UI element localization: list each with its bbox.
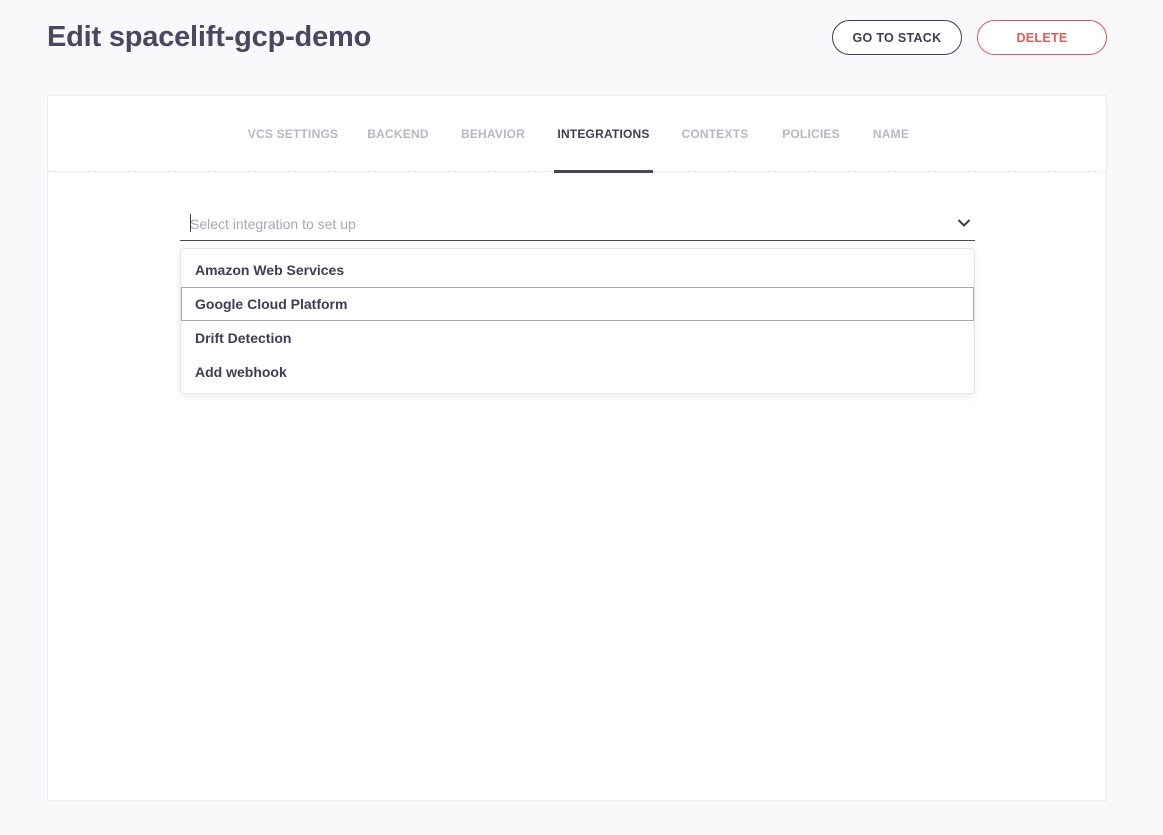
chevron-down-icon[interactable] xyxy=(955,214,973,232)
text-caret xyxy=(190,214,191,232)
tab-backend[interactable]: BACKEND xyxy=(362,96,434,172)
option-drift-detection[interactable]: Drift Detection xyxy=(181,321,974,355)
tab-behavior[interactable]: BEHAVIOR xyxy=(454,96,532,172)
option-google-cloud-platform[interactable]: Google Cloud Platform xyxy=(181,287,974,321)
tab-integrations[interactable]: INTEGRATIONS xyxy=(554,96,653,173)
integration-select[interactable] xyxy=(180,208,975,241)
tab-contexts[interactable]: CONTEXTS xyxy=(676,96,754,172)
tab-name[interactable]: NAME xyxy=(866,96,916,172)
tab-vcs-settings[interactable]: VCS SETTINGS xyxy=(238,96,348,172)
tab-bar: VCS SETTINGS BACKEND BEHAVIOR INTEGRATIO… xyxy=(48,96,1106,173)
page: Edit spacelift-gcp-demo GO TO STACK DELE… xyxy=(0,0,1163,835)
integration-dropdown-menu: Amazon Web Services Google Cloud Platfor… xyxy=(180,248,975,394)
page-title: Edit spacelift-gcp-demo xyxy=(47,21,372,53)
option-add-webhook[interactable]: Add webhook xyxy=(181,355,974,389)
option-amazon-web-services[interactable]: Amazon Web Services xyxy=(181,253,974,287)
integration-search-input[interactable] xyxy=(190,213,930,235)
delete-button[interactable]: DELETE xyxy=(977,20,1107,55)
go-to-stack-button[interactable]: GO TO STACK xyxy=(832,20,962,55)
tab-policies[interactable]: POLICIES xyxy=(776,96,846,172)
settings-card: VCS SETTINGS BACKEND BEHAVIOR INTEGRATIO… xyxy=(47,95,1107,801)
